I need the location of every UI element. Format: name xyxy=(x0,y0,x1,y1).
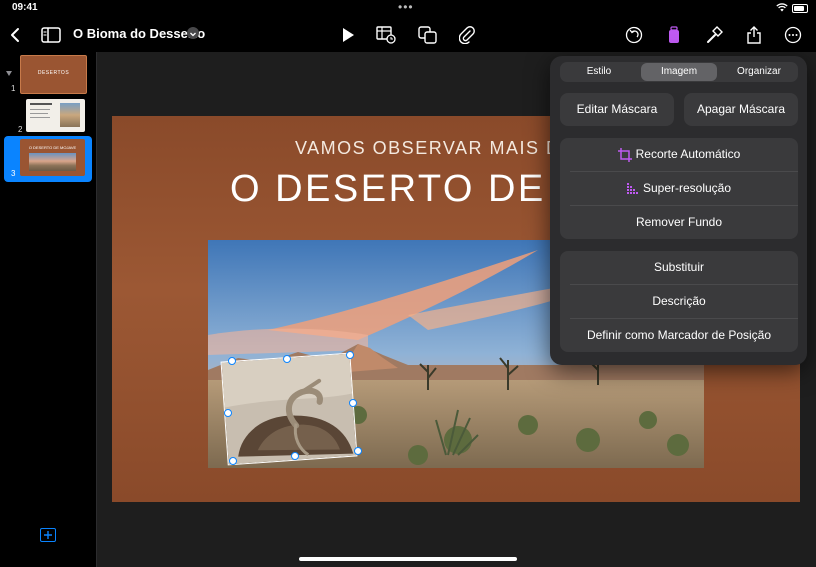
paperclip-icon[interactable] xyxy=(456,24,478,46)
slide-thumbnail-1[interactable]: DESERTOS xyxy=(20,55,87,94)
sidebar-toggle-icon[interactable] xyxy=(40,24,62,46)
multitasking-dots-icon[interactable]: ••• xyxy=(398,0,414,14)
hammer-icon[interactable] xyxy=(703,24,725,46)
undo-icon[interactable] xyxy=(623,24,645,46)
status-bar: 09:41 ••• xyxy=(0,0,816,16)
remove-mask-button[interactable]: Apagar Máscara xyxy=(684,93,798,126)
shapes-icon[interactable] xyxy=(417,24,439,46)
image-tools-group: Recorte Automático Super-resolução Remov… xyxy=(560,138,798,239)
crop-icon xyxy=(617,147,632,162)
tab-imagem[interactable]: Imagem xyxy=(641,63,717,81)
super-resolution-label: Super-resolução xyxy=(642,181,732,195)
resize-handle-bottom-right[interactable] xyxy=(354,447,362,455)
format-popover: Estilo Imagem Organizar Editar Máscara A… xyxy=(550,56,807,365)
replace-button[interactable]: Substituir xyxy=(560,251,798,284)
super-resolution-button[interactable]: Super-resolução xyxy=(560,172,798,205)
table-insert-icon[interactable] xyxy=(375,24,397,46)
set-placeholder-button[interactable]: Definir como Marcador de Posição xyxy=(560,319,798,352)
resize-handle-left[interactable] xyxy=(224,409,232,417)
more-options-icon[interactable] xyxy=(782,24,804,46)
slide-thumbnail-text: DESERTOS xyxy=(37,70,70,76)
auto-crop-label: Recorte Automático xyxy=(635,147,741,161)
battery-icon xyxy=(792,4,808,13)
back-chevron-icon[interactable] xyxy=(4,24,26,46)
image-actions-group: Substituir Descrição Definir como Marcad… xyxy=(560,251,798,352)
slide-number-2: 2 xyxy=(18,125,23,134)
tab-organizar[interactable]: Organizar xyxy=(720,62,798,82)
resize-handle-top[interactable] xyxy=(283,355,291,363)
slide-thumbnail-text: O DESERTO DE MOJAVE xyxy=(28,145,77,150)
play-icon[interactable] xyxy=(337,24,359,46)
slide-thumbnail-2[interactable] xyxy=(26,99,85,132)
share-icon[interactable] xyxy=(743,24,765,46)
format-brush-icon[interactable] xyxy=(663,24,685,46)
auto-crop-button[interactable]: Recorte Automático xyxy=(560,138,798,171)
lizard-image[interactable] xyxy=(220,352,358,466)
edit-mask-button[interactable]: Editar Máscara xyxy=(560,93,674,126)
add-slide-button[interactable] xyxy=(40,528,56,542)
resize-handle-bottom-left[interactable] xyxy=(229,457,237,465)
title-chevron-down-icon[interactable] xyxy=(187,27,199,39)
slide-thumbnail-3[interactable]: O DESERTO DE MOJAVE xyxy=(20,139,85,176)
tab-estilo[interactable]: Estilo xyxy=(560,62,638,82)
lizard-photo xyxy=(221,353,357,465)
format-tabs: Estilo Imagem Organizar xyxy=(560,62,798,82)
resize-handle-top-left[interactable] xyxy=(228,357,236,365)
slide-title[interactable]: O DESERTO DE M xyxy=(230,168,593,211)
document-title[interactable]: O Bioma do Desserto xyxy=(73,26,205,41)
plus-icon xyxy=(44,531,52,539)
slide-number-3: 3 xyxy=(11,169,16,178)
slide-number-1: 1 xyxy=(11,84,16,93)
super-resolution-icon xyxy=(626,182,638,194)
remove-background-button[interactable]: Remover Fundo xyxy=(560,206,798,239)
collapse-triangle-icon[interactable] xyxy=(6,71,12,76)
wifi-icon xyxy=(776,3,788,12)
toolbar: O Bioma do Desserto xyxy=(0,16,816,52)
status-time: 09:41 xyxy=(12,2,38,13)
slide-subtitle[interactable]: VAMOS OBSERVAR MAIS DE xyxy=(295,138,574,159)
resize-handle-right[interactable] xyxy=(349,399,357,407)
description-button[interactable]: Descrição xyxy=(560,285,798,318)
resize-handle-top-right[interactable] xyxy=(346,351,354,359)
resize-handle-bottom[interactable] xyxy=(291,452,299,460)
slide-navigator: 1 DESERTOS 2 3 O DESERTO DE MOJAVE xyxy=(0,52,97,567)
home-indicator[interactable] xyxy=(299,557,517,561)
